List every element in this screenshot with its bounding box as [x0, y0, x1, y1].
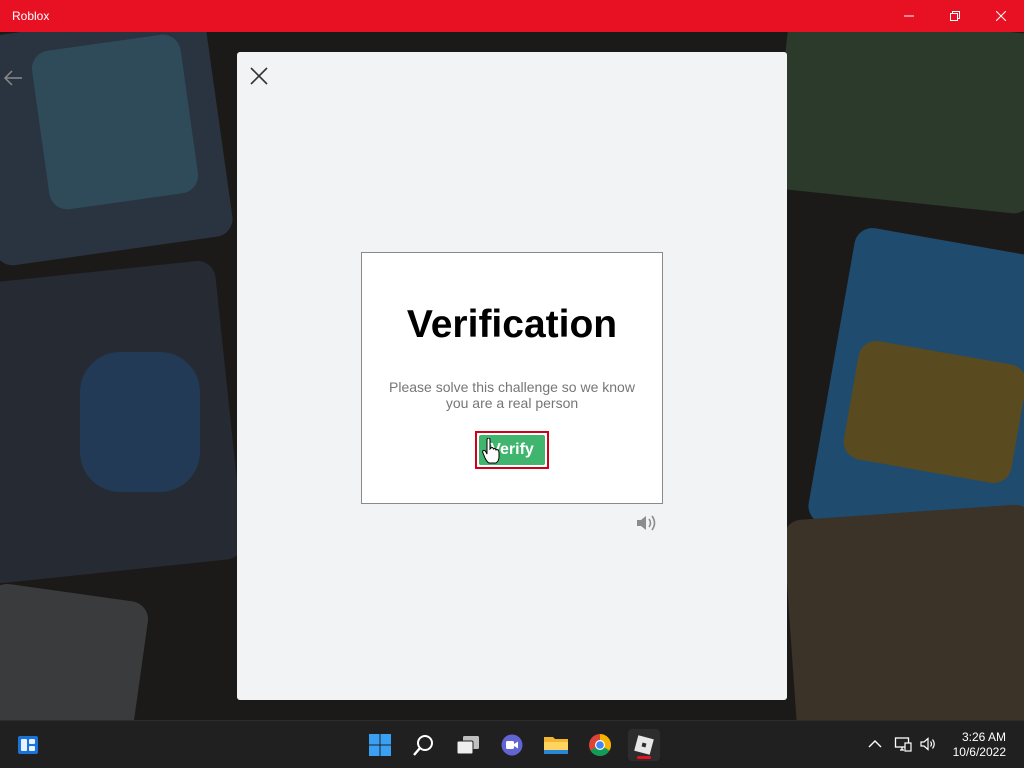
start-button[interactable]: [364, 729, 396, 761]
captcha-title: Verification: [406, 303, 618, 346]
captcha-panel: Verification Please solve this challenge…: [361, 252, 663, 504]
bg-tile: [0, 581, 151, 720]
clock-date: 10/6/2022: [952, 745, 1006, 759]
bg-tile: [782, 503, 1024, 720]
close-window-button[interactable]: [978, 0, 1024, 32]
verification-modal: Verification Please solve this challenge…: [237, 52, 787, 700]
file-explorer-button[interactable]: [540, 729, 572, 761]
start-icon: [369, 734, 391, 756]
active-app-indicator: [637, 756, 651, 759]
teams-chat-button[interactable]: [496, 729, 528, 761]
search-icon: [413, 735, 433, 756]
network-icon[interactable]: [894, 735, 912, 753]
task-view-button[interactable]: [452, 729, 484, 761]
task-view-icon: [456, 736, 479, 755]
close-icon[interactable]: [249, 66, 269, 86]
file-explorer-icon: [544, 737, 568, 754]
chrome-button[interactable]: [584, 729, 616, 761]
minimize-button[interactable]: [886, 0, 932, 32]
restore-icon: [950, 11, 960, 21]
window-title: Roblox: [12, 9, 50, 23]
bg-tile: [80, 352, 200, 492]
teams-chat-icon: [501, 734, 523, 756]
widgets-icon: [18, 736, 38, 754]
chevron-up-icon[interactable]: [866, 735, 884, 753]
volume-icon[interactable]: [919, 735, 937, 753]
roblox-icon: [634, 735, 654, 755]
clock-time: 3:26 AM: [961, 730, 1006, 744]
bg-tile: [29, 32, 201, 212]
close-window-icon: [996, 11, 1006, 21]
captcha-description: Please solve this challenge so we know y…: [389, 379, 635, 411]
taskbar: 3:26 AM 10/6/2022: [0, 720, 1024, 768]
roblox-taskbar-button[interactable]: [628, 729, 660, 761]
speaker-icon[interactable]: [635, 514, 657, 532]
search-button[interactable]: [408, 729, 440, 761]
title-bar: Roblox: [0, 0, 1024, 32]
widgets-button[interactable]: [12, 729, 44, 761]
minimize-icon: [904, 15, 914, 17]
chrome-icon: [589, 734, 611, 756]
restore-button[interactable]: [932, 0, 978, 32]
system-clock[interactable]: 3:26 AM 10/6/2022: [953, 730, 1006, 760]
hand-cursor-icon: [482, 438, 500, 464]
back-arrow-icon[interactable]: [2, 68, 24, 88]
bg-tile: [771, 32, 1024, 216]
